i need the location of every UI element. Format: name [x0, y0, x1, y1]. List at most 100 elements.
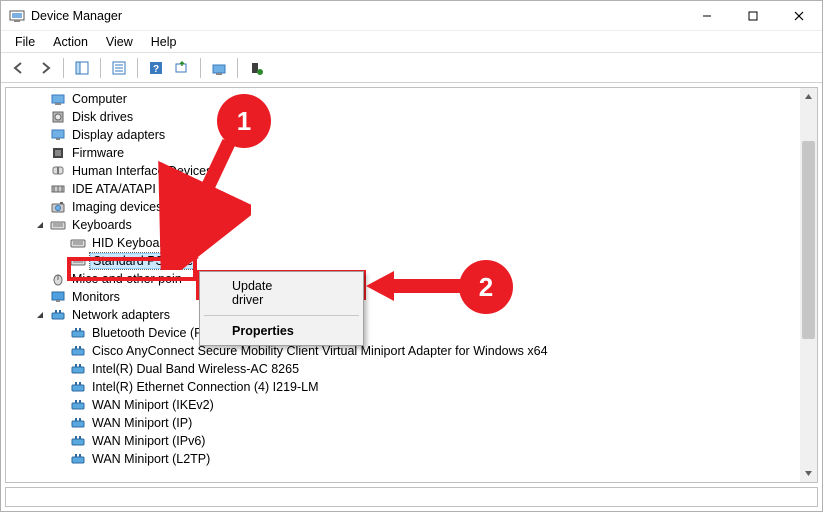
computer-icon	[50, 91, 66, 107]
expand-icon	[54, 453, 66, 465]
menu-view[interactable]: View	[98, 33, 141, 51]
device-item-row[interactable]: HID Keyboard Device	[46, 234, 800, 252]
vertical-scrollbar[interactable]	[800, 88, 817, 482]
svg-text:?: ?	[153, 64, 159, 75]
camera-icon	[50, 199, 66, 215]
device-label: Intel(R) Dual Band Wireless-AC 8265	[90, 362, 301, 376]
network-icon	[50, 307, 66, 323]
scroll-up-icon[interactable]	[800, 88, 817, 105]
device-item-row[interactable]: WAN Miniport (IP)	[46, 414, 800, 432]
device-category-row[interactable]: Disk drives	[26, 108, 800, 126]
monitor-icon	[50, 289, 66, 305]
toolbar-back-button[interactable]	[7, 56, 31, 80]
device-category-row[interactable]: Human Interface Devices	[26, 162, 800, 180]
toolbar-separator	[63, 58, 64, 78]
minimize-button[interactable]	[684, 1, 730, 30]
context-menu: Update driver Properties	[199, 271, 364, 346]
device-category-row[interactable]: Computer	[26, 90, 800, 108]
network-icon	[70, 361, 86, 377]
toolbar-properties-button[interactable]	[107, 56, 131, 80]
titlebar-left: Device Manager	[9, 8, 122, 24]
window-title: Device Manager	[31, 9, 122, 23]
maximize-button[interactable]	[730, 1, 776, 30]
device-category-row[interactable]: Imaging devices	[26, 198, 800, 216]
menu-file[interactable]: File	[7, 33, 43, 51]
context-menu-properties[interactable]: Properties	[202, 319, 361, 343]
device-category-row[interactable]: Display adapters	[26, 126, 800, 144]
keyboard-icon	[70, 235, 86, 251]
hid-icon	[50, 163, 66, 179]
network-icon	[70, 397, 86, 413]
expand-icon	[54, 381, 66, 393]
device-label: WAN Miniport (IPv6)	[90, 434, 207, 448]
expand-icon	[34, 291, 46, 303]
close-button[interactable]	[776, 1, 822, 30]
expand-icon	[34, 165, 46, 177]
device-item-row[interactable]: Cisco AnyConnect Secure Mobility Client …	[46, 342, 800, 360]
toolbar-uninstall-button[interactable]	[244, 56, 268, 80]
menu-action[interactable]: Action	[45, 33, 96, 51]
chip-icon	[50, 145, 66, 161]
expand-icon	[34, 129, 46, 141]
network-icon	[70, 325, 86, 341]
device-label: Network adapters	[70, 308, 172, 322]
status-bar	[5, 487, 818, 507]
toolbar-separator	[200, 58, 201, 78]
device-manager-window: Device Manager File Action View Help	[0, 0, 823, 512]
expand-icon	[34, 183, 46, 195]
expand-icon	[54, 417, 66, 429]
expand-icon	[54, 255, 66, 267]
content-area: ComputerDisk drives Display adapters Firmw…	[1, 83, 822, 511]
mouse-icon	[50, 271, 66, 287]
device-category-row[interactable]: Monitors	[26, 288, 800, 306]
expand-icon	[54, 345, 66, 357]
toolbar-update-driver-button[interactable]	[207, 56, 231, 80]
device-label: HID Keyboard Device	[90, 236, 214, 250]
device-label: Intel(R) Ethernet Connection (4) I219-LM	[90, 380, 321, 394]
device-label: Mice and other poin	[70, 272, 184, 286]
toolbar-show-hide-tree-button[interactable]	[70, 56, 94, 80]
device-item-row[interactable]: WAN Miniport (IKEv2)	[46, 396, 800, 414]
device-label: WAN Miniport (IP)	[90, 416, 194, 430]
device-label: Display adapters	[70, 128, 167, 142]
device-label: Standard PS/2 Ke	[90, 253, 196, 269]
device-label: WAN Miniport (L2TP)	[90, 452, 212, 466]
device-item-row[interactable]: WAN Miniport (L2TP)	[46, 450, 800, 468]
toolbar-help-button[interactable]: ?	[144, 56, 168, 80]
toolbar-separator	[100, 58, 101, 78]
device-item-row[interactable]: Intel(R) Dual Band Wireless-AC 8265	[46, 360, 800, 378]
device-tree[interactable]: ComputerDisk drives Display adapters Firmw…	[6, 88, 800, 482]
menubar: File Action View Help	[1, 31, 822, 53]
collapse-icon[interactable]	[34, 309, 46, 321]
device-item-row[interactable]: Bluetooth Device (Personal Area Network)	[46, 324, 800, 342]
menu-help[interactable]: Help	[143, 33, 185, 51]
device-category-row[interactable]: Mice and other poin	[26, 270, 800, 288]
device-label: Keyboards	[70, 218, 134, 232]
scrollbar-thumb[interactable]	[802, 141, 815, 339]
expand-icon	[34, 273, 46, 285]
keyboard-icon	[70, 253, 86, 269]
device-tree-panel: ComputerDisk drives Display adapters Firmw…	[5, 87, 818, 483]
scrollbar-track[interactable]	[800, 105, 817, 465]
toolbar-scan-hardware-button[interactable]	[170, 56, 194, 80]
device-item-row[interactable]: Standard PS/2 Ke	[46, 252, 800, 270]
device-item-row[interactable]: Intel(R) Ethernet Connection (4) I219-LM	[46, 378, 800, 396]
network-icon	[70, 415, 86, 431]
device-label: IDE ATA/ATAPI controll	[70, 182, 202, 196]
device-category-row[interactable]: Network adapters	[26, 306, 800, 324]
expand-icon	[54, 363, 66, 375]
device-category-row[interactable]: IDE ATA/ATAPI controll	[26, 180, 800, 198]
disk-icon	[50, 109, 66, 125]
scroll-down-icon[interactable]	[800, 465, 817, 482]
context-menu-update-driver[interactable]: Update driver	[202, 274, 361, 312]
toolbar-forward-button[interactable]	[33, 56, 57, 80]
toolbar: ?	[1, 53, 822, 83]
ide-icon	[50, 181, 66, 197]
context-menu-separator	[204, 315, 359, 316]
display-icon	[50, 127, 66, 143]
collapse-icon[interactable]	[34, 219, 46, 231]
device-category-row[interactable]: Firmware	[26, 144, 800, 162]
device-item-row[interactable]: WAN Miniport (IPv6)	[46, 432, 800, 450]
network-icon	[70, 343, 86, 359]
device-category-row[interactable]: Keyboards	[26, 216, 800, 234]
